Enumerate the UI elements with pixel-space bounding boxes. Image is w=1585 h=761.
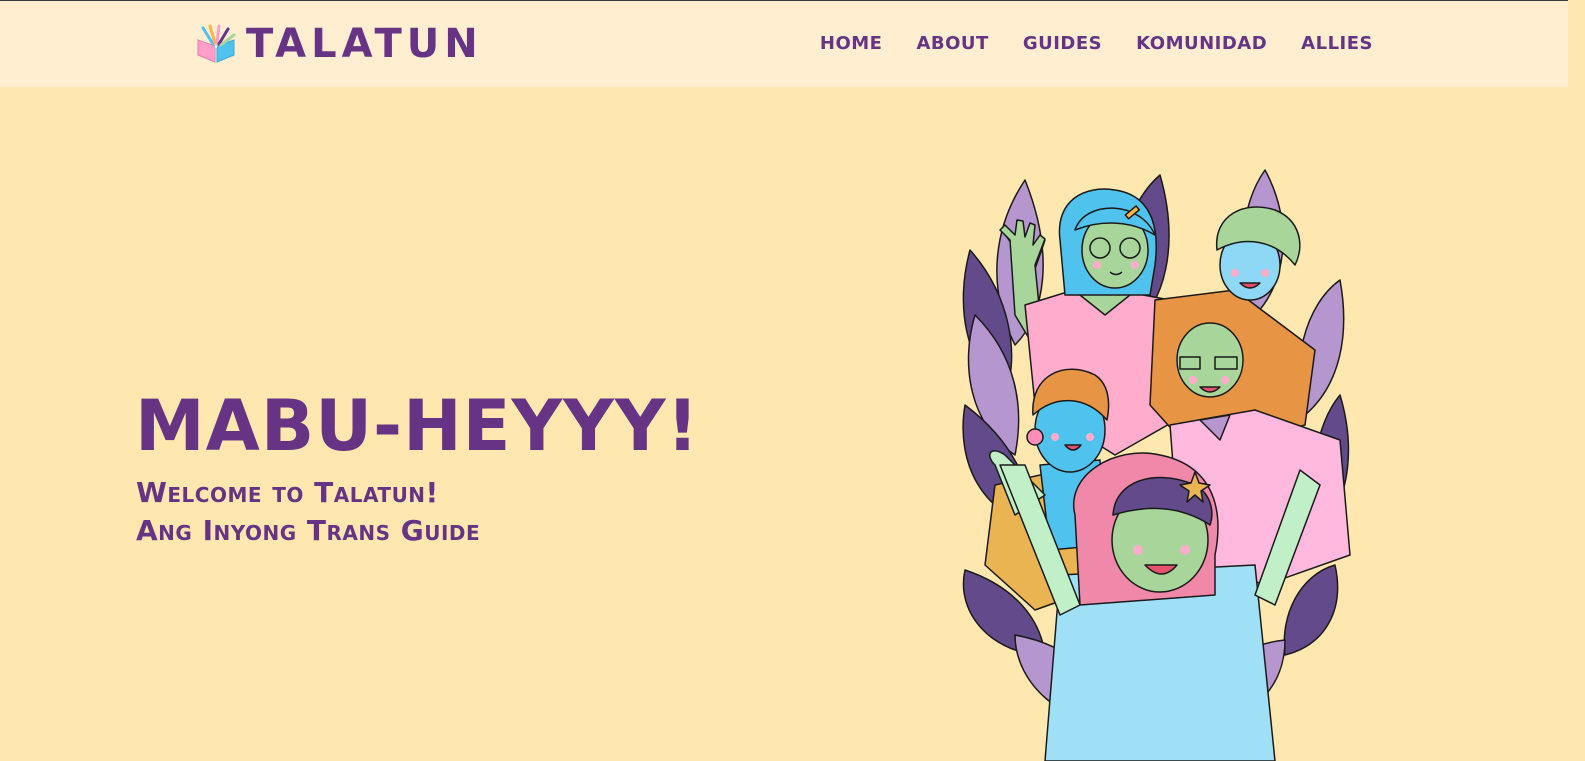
nav-guides[interactable]: GUIDES [1023,33,1102,54]
page-scrollbar[interactable] [1568,0,1585,761]
site-header: TALATUN HOME ABOUT GUIDES KOMUNIDAD ALLI… [0,1,1585,87]
main-nav: HOME ABOUT GUIDES KOMUNIDAD ALLIES [820,33,1373,54]
group-of-friends-illustration [962,169,1351,761]
nav-komunidad[interactable]: KOMUNIDAD [1136,33,1267,54]
brand-name: TALATUN [246,21,483,67]
hero-subtitle-line-1: Welcome to Talatun! [136,476,439,509]
hero-subtitle-line-2: Ang Inyong Trans Guide [136,514,481,547]
nav-home[interactable]: HOME [820,33,883,54]
hero-title: MABU-HEYYY! [135,385,700,467]
hero-subtitle: Welcome to Talatun! Ang Inyong Trans Gui… [136,474,480,550]
brand-logo[interactable]: TALATUN [195,23,483,65]
open-book-icon [197,24,236,63]
nav-about[interactable]: ABOUT [916,33,988,54]
nav-allies[interactable]: ALLIES [1301,33,1373,54]
